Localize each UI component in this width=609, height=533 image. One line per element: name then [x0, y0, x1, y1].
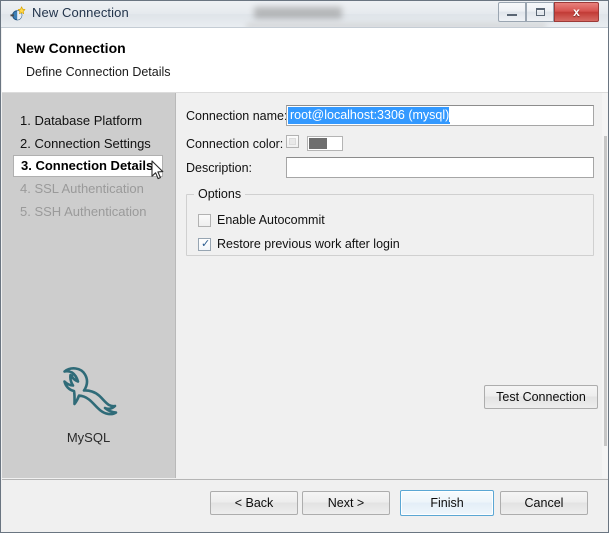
back-button[interactable]: < Back	[210, 491, 298, 515]
product-name-label: MySQL	[66, 430, 111, 445]
options-legend: Options	[194, 187, 246, 201]
dialog-header: New Connection Define Connection Details	[2, 28, 608, 93]
sidebar-item-database-platform[interactable]: 1. Database Platform	[2, 109, 175, 132]
connection-color-swatch-button[interactable]	[307, 136, 343, 151]
checkmark-icon: ✓	[201, 238, 211, 250]
sidebar-item-ssh-authentication: 5. SSH Authentication	[2, 200, 175, 223]
connection-details-form: Connection name: root@localhost:3306 (my…	[176, 93, 608, 478]
connection-name-value: root@localhost:3306 (mysql)	[288, 107, 451, 124]
restore-previous-work-row[interactable]: ✓ Restore previous work after login	[198, 237, 400, 251]
scrollbar-thumb[interactable]	[604, 136, 607, 446]
title-bar[interactable]: New Connection x	[1, 1, 608, 28]
minimize-icon	[499, 3, 525, 21]
test-connection-button[interactable]: Test Connection	[484, 385, 598, 409]
background-window-blur	[254, 7, 342, 19]
enable-autocommit-row[interactable]: Enable Autocommit	[198, 213, 325, 227]
sidebar-item-connection-settings[interactable]: 2. Connection Settings	[2, 132, 175, 155]
step-label: 1. Database Platform	[20, 113, 143, 128]
new-connection-dialog: New Connection x New Connection Define C…	[0, 0, 609, 533]
window-title: New Connection	[32, 5, 129, 20]
enable-autocommit-checkbox[interactable]	[198, 214, 211, 227]
description-label: Description:	[186, 161, 252, 175]
cancel-button[interactable]: Cancel	[500, 491, 588, 515]
content-scrollbar[interactable]	[602, 93, 608, 478]
product-branding: MySQL	[2, 361, 175, 445]
text-caret	[449, 107, 451, 122]
maximize-button[interactable]	[526, 2, 554, 22]
step-label: 2. Connection Settings	[20, 136, 151, 151]
next-button[interactable]: Next >	[302, 491, 390, 515]
enable-autocommit-label: Enable Autocommit	[217, 213, 325, 227]
sidebar-item-ssl-authentication: 4. SSL Authentication	[2, 177, 175, 200]
checkbox-inner	[289, 138, 296, 145]
restore-previous-work-label: Restore previous work after login	[217, 237, 400, 251]
connection-color-label: Connection color:	[186, 137, 284, 151]
step-label: 4. SSL Authentication	[20, 181, 144, 196]
page-title: New Connection	[16, 40, 126, 56]
restore-previous-work-checkbox[interactable]: ✓	[198, 238, 211, 251]
close-icon: x	[573, 5, 580, 19]
connection-name-input[interactable]: root@localhost:3306 (mysql)	[286, 105, 594, 126]
dialog-footer: < Back Next > Finish Cancel	[2, 479, 608, 532]
color-swatch	[309, 138, 327, 149]
page-subtitle: Define Connection Details	[26, 65, 171, 79]
wizard-steps-sidebar: 1. Database Platform 2. Connection Setti…	[2, 93, 176, 478]
connection-plug-icon	[10, 6, 27, 23]
minimize-button[interactable]	[498, 2, 526, 22]
sidebar-item-connection-details[interactable]: 3. Connection Details	[13, 155, 163, 177]
step-label: 5. SSH Authentication	[20, 204, 147, 219]
connection-color-checkbox[interactable]	[286, 135, 299, 148]
mysql-dolphin-logo	[51, 367, 127, 425]
wizard-steps-list: 1. Database Platform 2. Connection Setti…	[2, 109, 175, 223]
connection-name-label: Connection name:	[186, 109, 288, 123]
close-button[interactable]: x	[554, 2, 599, 22]
maximize-icon	[527, 3, 553, 21]
options-group-box: Options Enable Autocommit ✓ Restore prev…	[186, 187, 594, 256]
step-label: 3. Connection Details	[21, 158, 154, 173]
description-input[interactable]	[286, 157, 594, 178]
finish-button[interactable]: Finish	[400, 490, 494, 516]
